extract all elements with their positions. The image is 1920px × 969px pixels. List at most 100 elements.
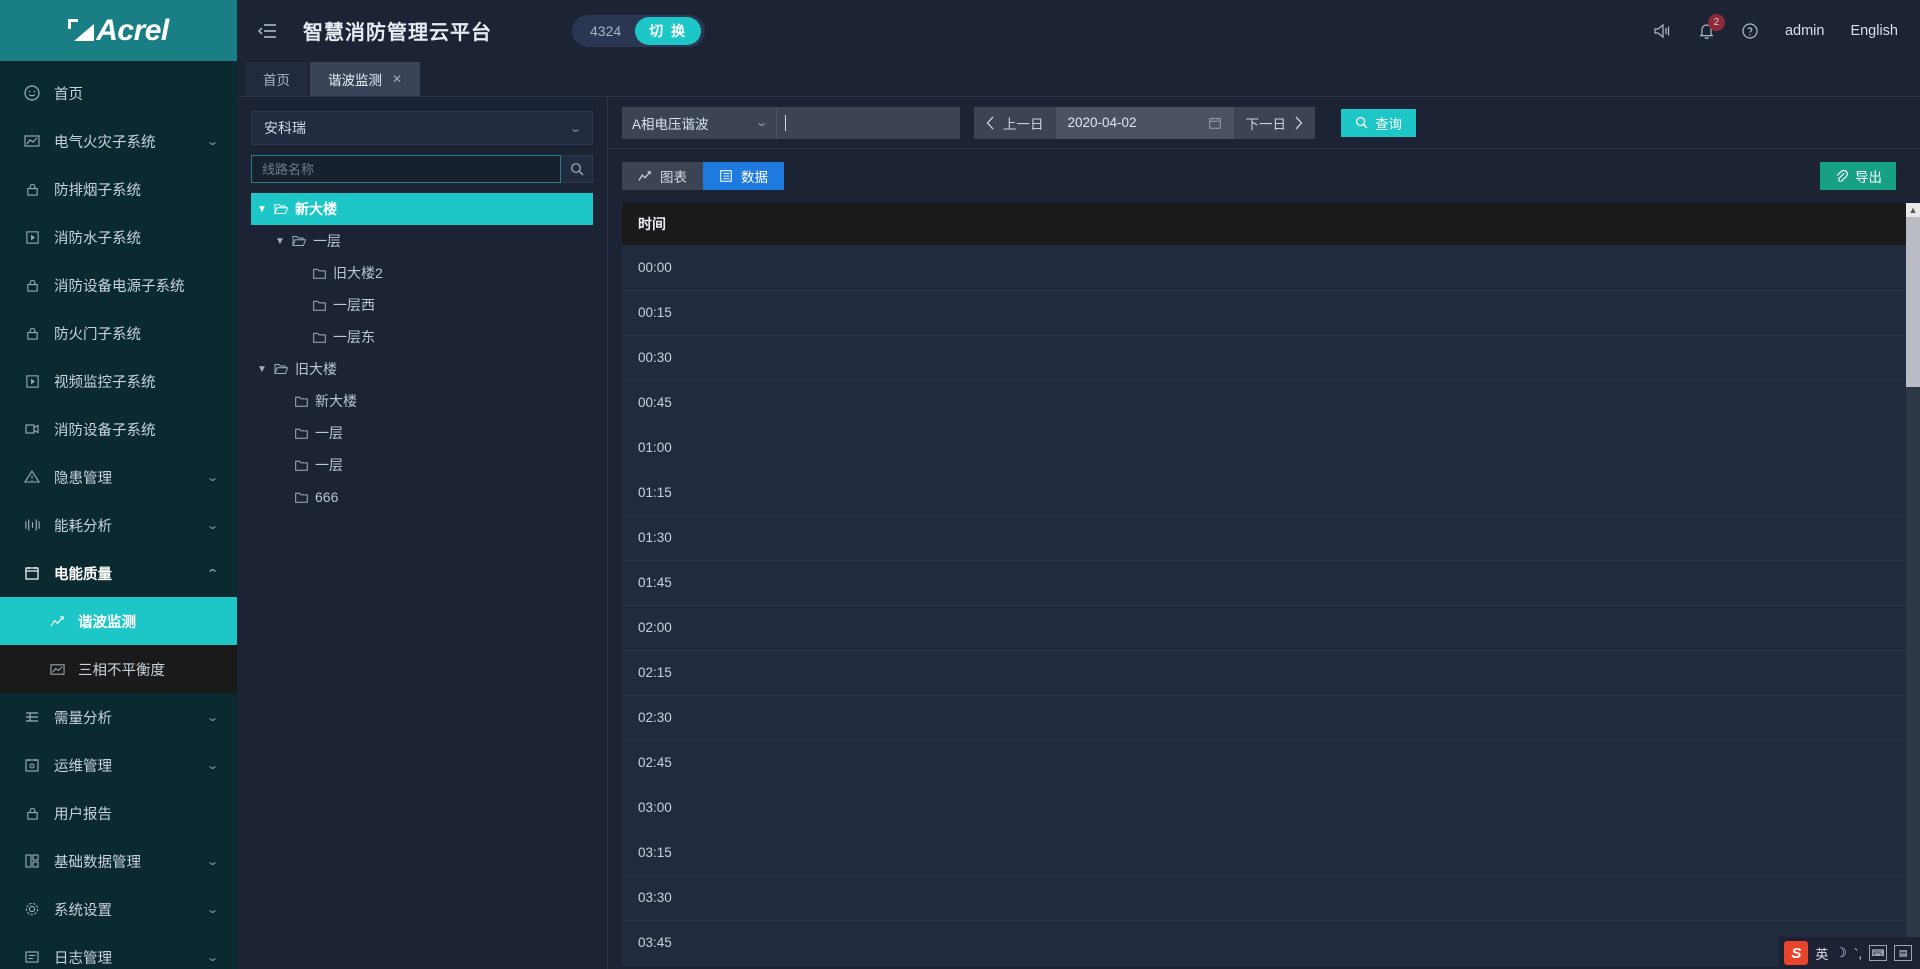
- sidebar-item-home[interactable]: 首页: [0, 69, 237, 117]
- table-row[interactable]: 00:45: [622, 380, 1906, 425]
- chevron-down-icon: ⌄: [206, 855, 219, 868]
- sidebar-item-video-surveillance[interactable]: 视频监控子系统: [0, 357, 237, 405]
- sidebar-item-power-quality[interactable]: 电能质量 ⌃: [0, 549, 237, 597]
- sidebar-item-fire-door[interactable]: 防火门子系统: [0, 309, 237, 357]
- tree-node[interactable]: 一层: [251, 417, 593, 449]
- tab-home[interactable]: 首页: [245, 62, 308, 96]
- cell-time: 01:15: [622, 470, 1906, 515]
- help-icon[interactable]: [1741, 22, 1759, 40]
- table-row[interactable]: 03:45: [622, 920, 1906, 965]
- tree-node[interactable]: 一层东: [251, 321, 593, 353]
- table-row[interactable]: 00:30: [622, 335, 1906, 380]
- search-icon[interactable]: [561, 155, 593, 183]
- sidebar-item-label: 需量分析: [54, 707, 208, 728]
- tab-label: 首页: [263, 69, 290, 89]
- scroll-up-arrow[interactable]: ▲: [1906, 203, 1920, 217]
- query-button[interactable]: 查询: [1341, 109, 1416, 137]
- table-body: 00:00 00:15 00:30 00:45 01:00 01:15 01:3…: [622, 245, 1906, 965]
- sidebar-item-demand-analysis[interactable]: 需量分析 ⌄: [0, 693, 237, 741]
- ime-punctuation-icon[interactable]: `,: [1854, 946, 1862, 961]
- warning-icon: [22, 467, 42, 487]
- user-menu[interactable]: admin: [1785, 23, 1825, 39]
- ime-menu-icon[interactable]: ▤: [1894, 945, 1912, 961]
- chart-view-button[interactable]: 图表: [622, 162, 703, 190]
- sogou-ime-logo-icon[interactable]: S: [1784, 941, 1808, 965]
- close-icon[interactable]: ✕: [392, 72, 402, 86]
- hamburger-icon[interactable]: [255, 18, 281, 44]
- harmonic-type-select[interactable]: A相电压谐波 ⌄: [622, 107, 777, 139]
- data-view-button[interactable]: 数据: [703, 162, 784, 190]
- filter-toolbar: A相电压谐波 ⌄ 上一日: [608, 97, 1920, 149]
- sidebar-subitem-three-phase-imbalance[interactable]: 三相不平衡度: [0, 645, 237, 693]
- cell-time: 02:15: [622, 650, 1906, 695]
- table-row[interactable]: 03:15: [622, 830, 1906, 875]
- sidebar-item-ops-management[interactable]: 运维管理 ⌄: [0, 741, 237, 789]
- table-row[interactable]: 01:15: [622, 470, 1906, 515]
- export-button[interactable]: 导出: [1820, 162, 1896, 190]
- table-row[interactable]: 01:45: [622, 560, 1906, 605]
- table-row[interactable]: 03:00: [622, 785, 1906, 830]
- table-row[interactable]: 02:00: [622, 605, 1906, 650]
- site-switch[interactable]: 4324 切 换: [572, 15, 705, 47]
- caret-down-icon[interactable]: ▼: [271, 236, 289, 247]
- tree-node[interactable]: 旧大楼2: [251, 257, 593, 289]
- sidebar-subitem-harmonic-monitoring[interactable]: 谐波监测: [0, 597, 237, 645]
- ime-mode-english[interactable]: 英: [1815, 944, 1828, 963]
- tree-node[interactable]: ▼ 新大楼: [251, 193, 593, 225]
- next-day-button[interactable]: 下一日: [1234, 107, 1316, 139]
- table-row[interactable]: 02:30: [622, 695, 1906, 740]
- table-row[interactable]: 00:00: [622, 245, 1906, 290]
- table-row[interactable]: 03:30: [622, 875, 1906, 920]
- tab-harmonic-monitoring[interactable]: 谐波监测 ✕: [310, 62, 420, 96]
- cell-time: 03:45: [622, 920, 1906, 965]
- sidebar-item-electrical-fire[interactable]: 电气火灾子系统 ⌄: [0, 117, 237, 165]
- sidebar-item-user-report[interactable]: 用户报告: [0, 789, 237, 837]
- table-row[interactable]: 02:15: [622, 650, 1906, 695]
- table-row[interactable]: 01:30: [622, 515, 1906, 560]
- search-input[interactable]: [251, 155, 561, 183]
- sidebar-item-log-management[interactable]: 日志管理 ⌄: [0, 933, 237, 969]
- tree-node-label: 新大楼: [295, 199, 337, 219]
- sidebar-item-fire-equipment[interactable]: 消防设备子系统: [0, 405, 237, 453]
- sidebar-item-label: 隐患管理: [54, 467, 208, 488]
- sidebar-item-label: 消防设备子系统: [54, 419, 237, 440]
- site-switch-button[interactable]: 切 换: [635, 17, 701, 45]
- prev-day-button[interactable]: 上一日: [974, 107, 1056, 139]
- brand-logo[interactable]: Acrel: [0, 0, 237, 61]
- sidebar-item-hazard-management[interactable]: 隐患管理 ⌄: [0, 453, 237, 501]
- caret-down-icon[interactable]: ▼: [253, 364, 271, 375]
- cell-time: 00:00: [622, 245, 1906, 290]
- ime-keyboard-icon[interactable]: ⌨: [1869, 945, 1887, 961]
- tree-node[interactable]: 一层: [251, 449, 593, 481]
- sidebar-item-basic-data-management[interactable]: 基础数据管理 ⌄: [0, 837, 237, 885]
- harmonic-value-input[interactable]: [777, 107, 960, 139]
- sidebar-item-fire-equipment-power[interactable]: 消防设备电源子系统: [0, 261, 237, 309]
- org-select[interactable]: 安科瑞 ⌄: [251, 111, 593, 145]
- caret-down-icon[interactable]: ▼: [253, 204, 271, 215]
- sidebar-item-system-settings[interactable]: 系统设置 ⌄: [0, 885, 237, 933]
- sidebar-item-label: 防排烟子系统: [54, 179, 237, 200]
- tree-node[interactable]: ▼ 一层: [251, 225, 593, 257]
- ime-moon-icon[interactable]: ☽: [1835, 945, 1847, 961]
- cell-time: 02:30: [622, 695, 1906, 740]
- language-switch[interactable]: English: [1850, 23, 1898, 39]
- tree-node[interactable]: 一层西: [251, 289, 593, 321]
- sidebar-item-energy-analysis[interactable]: 能耗分析 ⌄: [0, 501, 237, 549]
- table-row[interactable]: 01:00: [622, 425, 1906, 470]
- sidebar-item-fire-water[interactable]: 消防水子系统: [0, 213, 237, 261]
- announcement-icon[interactable]: [1652, 22, 1672, 40]
- tree-node-label: 一层: [315, 423, 343, 443]
- sidebar-item-smoke-control[interactable]: 防排烟子系统: [0, 165, 237, 213]
- table-vertical-scrollbar[interactable]: ▲: [1906, 203, 1920, 969]
- chevron-down-icon: ⌄: [206, 711, 219, 724]
- table-row[interactable]: 02:45: [622, 740, 1906, 785]
- sidebar-item-label: 电能质量: [54, 563, 208, 584]
- scrollbar-thumb[interactable]: [1906, 217, 1920, 387]
- chevron-down-icon: ⌄: [206, 903, 219, 916]
- table-row[interactable]: 00:15: [622, 290, 1906, 335]
- date-input[interactable]: 2020-04-02: [1056, 107, 1234, 139]
- notification-icon[interactable]: 2: [1698, 22, 1715, 40]
- tree-node[interactable]: 新大楼: [251, 385, 593, 417]
- tree-node[interactable]: ▼ 旧大楼: [251, 353, 593, 385]
- tree-node[interactable]: 666: [251, 481, 593, 513]
